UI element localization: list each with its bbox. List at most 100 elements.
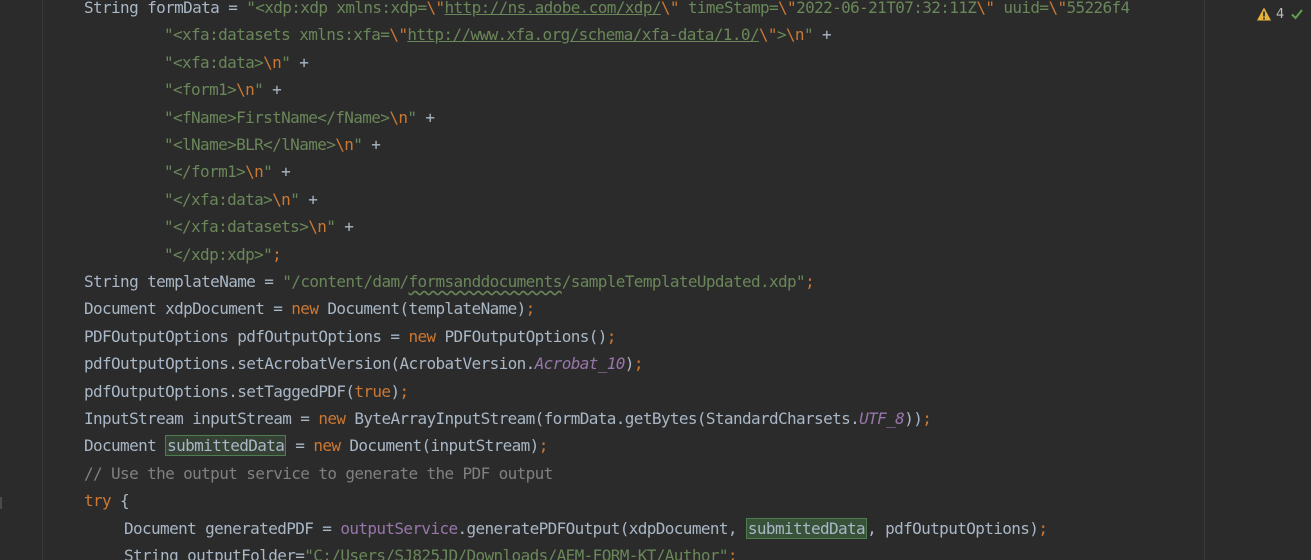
code-token: "</xfa:data> xyxy=(164,189,273,209)
keyword-token: new xyxy=(408,326,436,346)
code-line[interactable]: pdfOutputOptions.setTaggedPDF(true); xyxy=(84,381,409,403)
code-line[interactable]: "</xfa:data>\n" + xyxy=(164,189,318,211)
code-token: )) xyxy=(904,409,923,428)
code-token: String outputFolder= xyxy=(124,546,305,560)
code-line[interactable]: "</form1>\n" + xyxy=(164,161,291,183)
code-token: PDFOutputOptions() xyxy=(435,326,608,346)
code-token: + xyxy=(416,107,435,127)
code-line[interactable]: // Use the output service to generate th… xyxy=(84,463,553,485)
url-link[interactable]: http://ns.adobe.com/xdp/ xyxy=(445,0,662,17)
warning-icon xyxy=(1257,7,1271,21)
code-token: "<xfa:data> xyxy=(164,52,264,72)
code-token: Document(templateName) xyxy=(318,299,526,319)
code-token: \n xyxy=(785,25,805,45)
code-line[interactable]: "</xdp:xdp>"; xyxy=(164,244,282,266)
code-token: formsanddocuments xyxy=(408,272,562,291)
code-line[interactable]: Document xdpDocument = new Document(temp… xyxy=(84,298,535,320)
code-line[interactable]: pdfOutputOptions.setAcrobatVersion(Acrob… xyxy=(84,353,643,375)
code-token: " xyxy=(353,135,363,154)
code-line[interactable]: try { xyxy=(84,490,130,512)
code-token: 2022-06-21T07:32:11Z xyxy=(796,0,977,17)
code-line[interactable]: InputStream inputStream = new ByteArrayI… xyxy=(84,408,932,430)
code-token: \" xyxy=(389,25,408,45)
code-token: "</xfa:datasets> xyxy=(164,217,309,237)
code-line[interactable]: Document submittedData = new Document(in… xyxy=(84,435,548,457)
code-token: \" xyxy=(758,25,778,45)
code-token: Document generatedPDF = xyxy=(124,518,341,538)
code-line[interactable]: String templateName = "/content/dam/form… xyxy=(84,271,815,293)
code-token: \n xyxy=(236,80,255,100)
code-token: "C:/Users/SJ825JD/Downloads/AEM-FORM-KT/… xyxy=(304,546,728,560)
code-token: Document(inputStream) xyxy=(340,436,539,456)
code-token: "</form1> xyxy=(164,162,246,182)
code-token: InputStream inputStream = xyxy=(84,409,319,428)
code-token: uuid= xyxy=(994,0,1049,17)
code-token: ; xyxy=(805,272,815,291)
code-token: "<lName>BLR</lName> xyxy=(164,135,336,154)
code-editor[interactable]: String formData = "<xdp:xdp xmlns:xdp=\"… xyxy=(0,0,1311,560)
code-token: \n xyxy=(389,107,408,127)
code-token: + xyxy=(272,162,291,182)
editor-gutter[interactable] xyxy=(0,0,43,560)
code-token: ; xyxy=(922,409,932,428)
code-token: String templateName = xyxy=(84,272,283,291)
code-line[interactable]: "</xfa:datasets>\n" + xyxy=(164,216,354,238)
code-token: \n xyxy=(272,189,291,209)
code-token: "</xdp:xdp>" xyxy=(164,244,273,264)
code-token: Acrobat_10 xyxy=(534,354,626,374)
highlighted-identifier: submittedData xyxy=(165,435,287,457)
code-token: ByteArrayInputStream(formData.getBytes(S… xyxy=(345,409,860,428)
code-line[interactable]: Document generatedPDF = outputService.ge… xyxy=(124,517,1048,540)
code-line[interactable]: "<fName>FirstName</fName>\n" + xyxy=(164,107,435,129)
code-token: /sampleTemplateUpdated.xdp" xyxy=(561,272,806,291)
code-token: ; xyxy=(633,354,644,374)
code-token: "<form1> xyxy=(164,80,237,100)
code-token: \n xyxy=(335,135,354,154)
code-token: UTF_8 xyxy=(859,409,905,428)
code-token: + xyxy=(335,217,354,237)
code-line[interactable]: "<lName>BLR</lName>\n" + xyxy=(164,134,381,156)
code-token: ; xyxy=(1038,518,1048,538)
code-line[interactable]: "<xfa:data>\n" + xyxy=(164,52,309,74)
code-token: " xyxy=(290,189,300,209)
code-token: Document xdpDocument = xyxy=(84,299,292,319)
check-icon xyxy=(1291,9,1304,20)
keyword-token: true xyxy=(354,381,391,401)
code-token: + xyxy=(263,80,282,100)
code-token: "<fName>FirstName</fName> xyxy=(164,107,390,127)
code-token: "<xfa:datasets xmlns:xfa= xyxy=(164,25,390,45)
url-link[interactable]: http://www.xfa.org/schema/xfa-data/1.0/ xyxy=(407,25,759,44)
code-token: \n xyxy=(245,162,264,182)
gutter-fold-marker[interactable] xyxy=(0,497,2,509)
code-token: Document xyxy=(84,436,166,456)
code-token: "/content/dam/ xyxy=(282,272,409,291)
code-token: + xyxy=(362,135,381,154)
code-token: \" xyxy=(660,0,680,17)
code-token: , pdfOutputOptions) xyxy=(867,518,1039,538)
code-line[interactable]: "<xfa:datasets xmlns:xfa=\"http://www.xf… xyxy=(164,24,832,46)
code-line[interactable]: PDFOutputOptions pdfOutputOptions = new … xyxy=(84,326,616,348)
code-token: \n xyxy=(263,52,282,72)
code-token: > xyxy=(776,25,787,45)
code-line[interactable]: String formData = "<xdp:xdp xmlns:xdp=\"… xyxy=(84,0,1130,19)
code-token: String formData = xyxy=(84,0,247,17)
code-token: ; xyxy=(606,326,617,346)
keyword-token: try xyxy=(84,491,112,511)
code-token: " xyxy=(803,25,814,45)
code-token: PDFOutputOptions pdfOutputOptions = xyxy=(84,326,409,346)
keyword-token: new xyxy=(313,436,341,456)
code-token: ) xyxy=(624,354,635,374)
code-token: ; xyxy=(399,381,409,401)
code-token: + xyxy=(290,52,309,72)
code-token: .generatePDFOutput(xdpDocument, xyxy=(457,518,746,538)
inspection-widget[interactable]: 4 xyxy=(1256,5,1304,23)
code-token: timeStamp= xyxy=(678,0,779,17)
code-token: \" xyxy=(1048,0,1067,17)
warning-count: 4 xyxy=(1276,6,1285,22)
code-comment: // Use the output service to generate th… xyxy=(84,463,553,483)
code-token: pdfOutputOptions.setTaggedPDF( xyxy=(84,381,355,401)
code-token: " xyxy=(326,217,336,237)
code-line[interactable]: "<form1>\n" + xyxy=(164,79,282,101)
code-line[interactable]: String outputFolder="C:/Users/SJ825JD/Do… xyxy=(124,545,738,560)
code-area[interactable]: String formData = "<xdp:xdp xmlns:xdp=\"… xyxy=(84,0,1250,560)
